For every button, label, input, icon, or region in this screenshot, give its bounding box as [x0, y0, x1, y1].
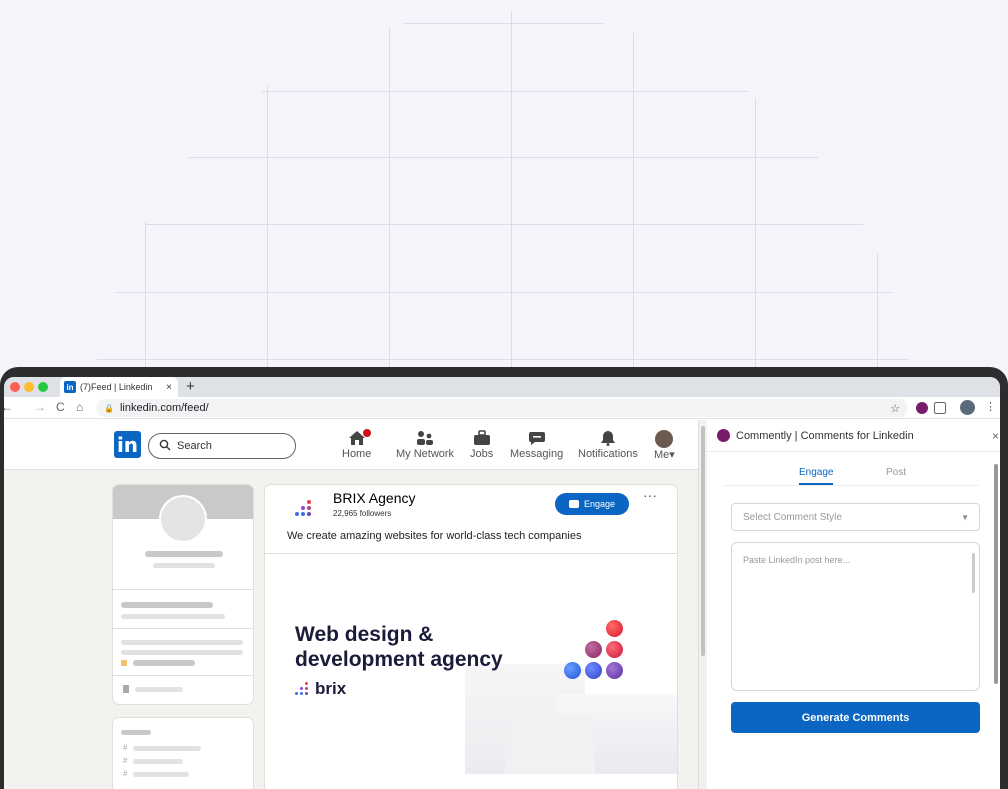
brand-sphere — [606, 662, 623, 679]
brand-sphere — [585, 641, 602, 658]
pedestal — [505, 714, 595, 774]
maximize-window-button[interactable] — [38, 382, 48, 392]
notification-badge — [361, 428, 372, 438]
commently-panel: Commently | Comments for Linkedin × Enga… — [698, 420, 1000, 789]
tab-title: (7)Feed | Linkedin — [80, 382, 153, 392]
address-bar-row: ← → C ⌂ 🔒 linkedin.com/feed/ ☆ ⋮ — [4, 397, 1000, 419]
feed-post: BRIX Agency 22,965 followers Engage ··· … — [264, 484, 678, 789]
post-text: We create amazing websites for world-cla… — [287, 530, 582, 542]
linkedin-header: in Search Home My Network Jobs Messaging… — [4, 420, 698, 470]
briefcase-icon — [473, 430, 491, 448]
close-window-button[interactable] — [10, 382, 20, 392]
bookmark-star-icon[interactable]: ☆ — [890, 402, 900, 415]
search-icon — [159, 439, 171, 454]
engage-button[interactable]: Engage — [555, 493, 629, 515]
brand-sphere — [585, 662, 602, 679]
nav-label: Messaging — [510, 448, 564, 460]
brand-sphere — [564, 662, 581, 679]
avatar — [655, 430, 674, 448]
tab-engage[interactable]: Engage — [799, 467, 834, 485]
nav-label: Jobs — [470, 448, 494, 460]
nav-label: My Network — [396, 448, 455, 460]
panel-tabs: Engage Post — [723, 462, 979, 486]
profile-card-skeleton — [112, 484, 254, 705]
nav-notifications[interactable]: Notifications — [578, 430, 638, 460]
nav-messaging[interactable]: Messaging — [510, 430, 563, 460]
browser-menu-icon[interactable]: ⋮ — [985, 400, 996, 413]
url-bar[interactable]: 🔒 linkedin.com/feed/ ☆ — [96, 399, 908, 417]
puzzle-extensions-icon[interactable] — [934, 402, 946, 414]
linkedin-favicon-icon: in — [64, 381, 76, 393]
search-input[interactable]: Search — [148, 433, 296, 459]
back-arrow-icon[interactable]: ← — [4, 400, 13, 414]
image-brand: brix — [295, 679, 346, 699]
nav-jobs[interactable]: Jobs — [470, 430, 493, 460]
brix-logo[interactable] — [287, 493, 319, 525]
textarea-scrollbar[interactable] — [972, 553, 975, 593]
generate-comments-button[interactable]: Generate Comments — [731, 702, 980, 733]
profile-avatar[interactable] — [960, 400, 975, 415]
commently-logo-icon — [717, 429, 730, 442]
reload-icon[interactable]: C — [56, 400, 65, 414]
tab-bar: in (7)Feed | Linkedin × + — [4, 377, 1000, 397]
bell-icon — [599, 430, 617, 448]
image-headline: Web design & development agency — [295, 623, 503, 671]
home-icon — [348, 428, 372, 448]
groups-card-skeleton: # # # — [112, 717, 254, 789]
panel-scrollbar[interactable] — [992, 452, 1000, 789]
minimize-window-button[interactable] — [24, 382, 34, 392]
nav-home[interactable]: Home — [342, 428, 372, 460]
engage-label: Engage — [583, 499, 616, 509]
brand-sphere — [606, 641, 623, 658]
network-icon — [416, 430, 434, 448]
chevron-down-icon: ▼ — [961, 512, 969, 522]
brand-name: brix — [315, 679, 347, 698]
brand-sphere — [606, 620, 623, 637]
post-image[interactable]: Web design & development agency brix — [265, 553, 677, 774]
select-placeholder: Select Comment Style — [743, 511, 842, 523]
avatar — [159, 495, 207, 543]
chat-icon — [568, 500, 579, 508]
nav-label: Me▾ — [654, 449, 675, 461]
nav-me[interactable]: Me▾ — [654, 430, 675, 461]
textarea-placeholder: Paste LinkedIn post here... — [743, 555, 851, 565]
tab-close-icon[interactable]: × — [166, 382, 172, 393]
panel-title: Commently | Comments for Linkedin — [736, 429, 914, 442]
browser-tab[interactable]: in (7)Feed | Linkedin × — [60, 377, 178, 397]
url-text: linkedin.com/feed/ — [119, 402, 209, 414]
close-icon[interactable]: × — [992, 429, 999, 443]
tab-post[interactable]: Post — [886, 467, 906, 478]
new-tab-button[interactable]: + — [186, 378, 195, 395]
nav-my-network[interactable]: My Network — [396, 430, 454, 460]
brix-mark-icon — [295, 682, 311, 696]
nav-label: Home — [342, 448, 372, 460]
message-icon — [528, 430, 546, 448]
bookmark-icon — [123, 685, 129, 693]
forward-arrow-icon[interactable]: → — [34, 400, 46, 414]
more-options-icon[interactable]: ··· — [643, 487, 657, 503]
linkedin-logo[interactable]: in — [114, 431, 141, 458]
lock-icon: 🔒 — [104, 403, 114, 413]
post-followers-count: 22,965 followers — [333, 509, 392, 518]
panel-header: Commently | Comments for Linkedin × — [707, 420, 1000, 452]
comment-style-select[interactable]: Select Comment Style ▼ — [731, 503, 980, 531]
linkedin-page: in Search Home My Network Jobs Messaging… — [4, 420, 698, 789]
page-scrollbar[interactable] — [699, 420, 707, 789]
browser-window: in (7)Feed | Linkedin × + ← → C ⌂ 🔒 link… — [4, 377, 1000, 789]
nav-label: Notifications — [578, 448, 638, 460]
search-placeholder: Search — [177, 440, 212, 452]
post-textarea[interactable]: Paste LinkedIn post here... — [731, 542, 980, 691]
post-author-name[interactable]: BRIX Agency — [333, 490, 416, 506]
home-icon[interactable]: ⌂ — [76, 400, 83, 414]
commently-extension-icon[interactable] — [916, 402, 928, 414]
